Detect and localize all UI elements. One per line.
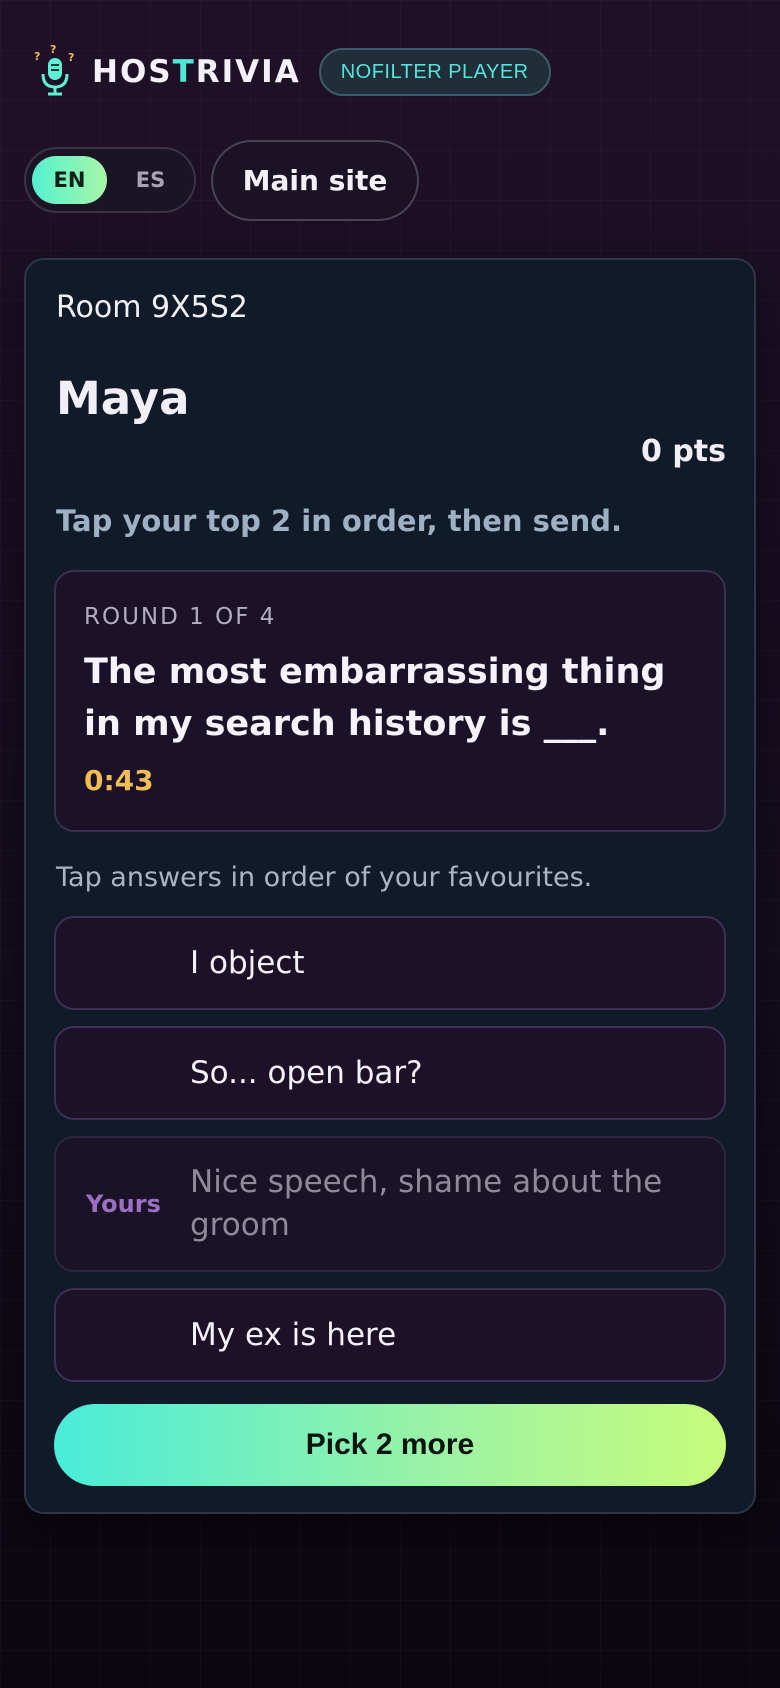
language-option-es[interactable]: ES [113, 156, 188, 204]
main-site-button[interactable]: Main site [211, 140, 419, 221]
answer-text: I object [190, 944, 305, 981]
language-toggle: EN ES [24, 147, 196, 213]
round-label: ROUND 1 OF 4 [84, 604, 277, 630]
prompt-card: ROUND 1 OF 4 The most embarrassing thing… [54, 570, 726, 832]
player-name: Maya [56, 372, 190, 425]
svg-text:?: ? [34, 50, 40, 63]
prompt-text: The most embarrassing thing in my search… [84, 652, 666, 744]
brand-suffix: RIVIA [195, 54, 301, 90]
room-code: Room 9X5S2 [56, 290, 248, 325]
answer-text: So... open bar? [190, 1054, 423, 1091]
player-card: Room 9X5S2 Maya 0 pts Tap your top 2 in … [24, 258, 756, 1514]
svg-text:?: ? [68, 51, 74, 64]
answer-text: Nice speech, shame about the groom [190, 1164, 663, 1243]
answers-hint: Tap answers in order of your favourites. [56, 862, 593, 893]
brand-accent: T [172, 54, 196, 90]
brand-prefix: HOS [92, 54, 173, 90]
answer-option[interactable]: So... open bar? [54, 1026, 726, 1120]
submit-picks-button[interactable]: Pick 2 more [54, 1404, 726, 1486]
own-answer-tag: Yours [86, 1190, 161, 1218]
brand-wordmark: HOSTRIVIA [92, 54, 301, 90]
round-timer: 0:43 [84, 764, 154, 797]
microphone-icon: ? ? ? [34, 44, 74, 96]
player-points: 0 pts [641, 434, 726, 469]
round-instruction: Tap your top 2 in order, then send. [56, 504, 623, 538]
svg-text:?: ? [50, 44, 56, 56]
app-header: ? ? ? HOSTRIVIA NOFILTER PLAYER [30, 44, 551, 100]
language-option-en[interactable]: EN [32, 156, 107, 204]
answer-text: My ex is here [190, 1316, 397, 1353]
answer-option[interactable]: My ex is here [54, 1288, 726, 1382]
mode-badge: NOFILTER PLAYER [318, 48, 551, 96]
answer-option-own: Yours Nice speech, shame about the groom [54, 1136, 726, 1272]
answer-option[interactable]: I object [54, 916, 726, 1010]
